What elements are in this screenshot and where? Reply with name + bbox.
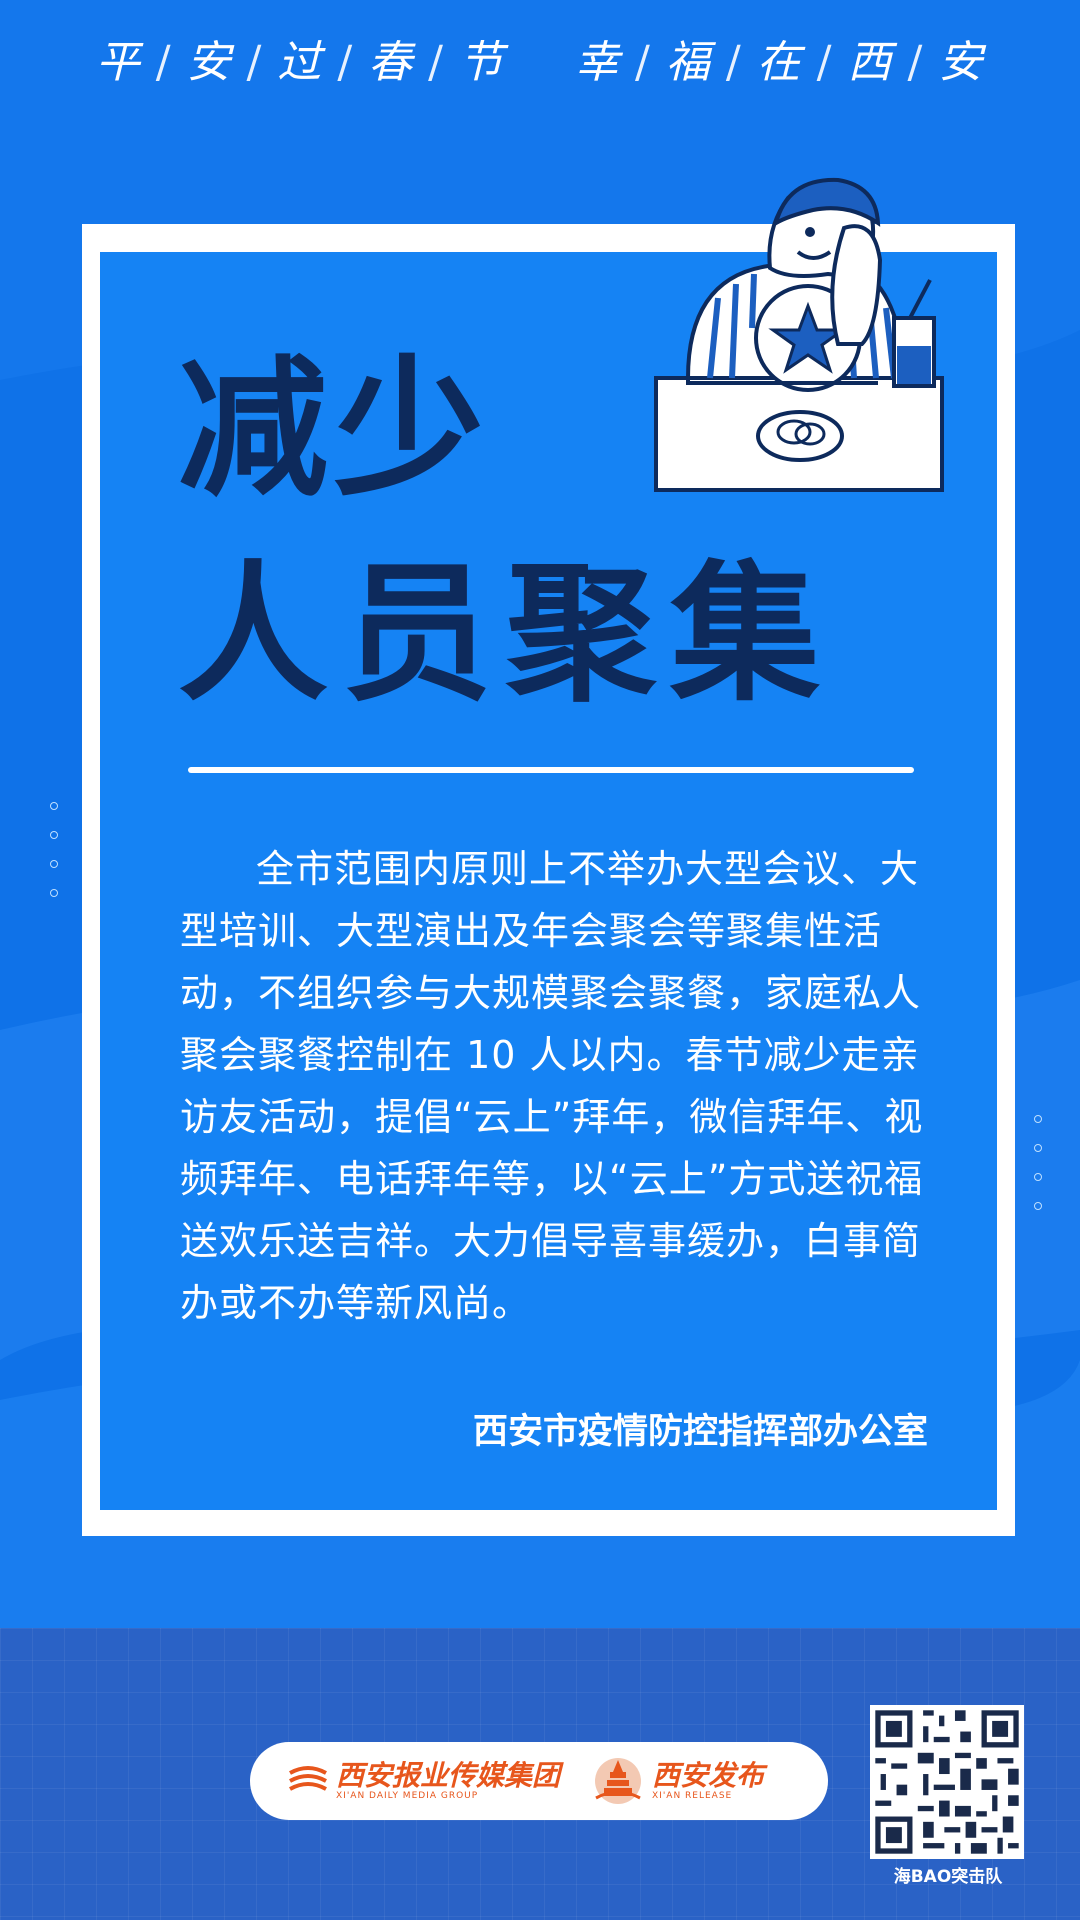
illustration-person-with-drink-icon <box>654 177 944 492</box>
logo1-title: 西安报业传媒集团 <box>336 1759 561 1792</box>
xian-daily-emblem-icon <box>289 1766 327 1791</box>
headline-line-2: 人员聚集 <box>178 548 835 722</box>
decorative-dots-left <box>50 802 60 918</box>
qr-code[interactable] <box>870 1705 1024 1859</box>
notice-body: 全市范围内原则上不举办大型会议、大型培训、大型演出及年会聚会等聚集性活动，不组织… <box>180 838 940 1334</box>
logo2-subtitle: XI'AN RELEASE <box>652 1791 733 1801</box>
decorative-dots-right <box>1034 1115 1044 1231</box>
issuer-name: 西安市疫情防控指挥部办公室 <box>472 1412 928 1452</box>
xian-daily-media-group-logo: 西安报业传媒集团 XI'AN DAILY MEDIA GROUP <box>286 1742 560 1820</box>
headline-line-1: 减少 <box>178 343 491 517</box>
logo-pill: 西安报业传媒集团 XI'AN DAILY MEDIA GROUP 西安发布 XI… <box>250 1742 828 1820</box>
xian-release-logo: 西安发布 XI'AN RELEASE <box>590 1742 764 1820</box>
top-slogan: 平 / 安 / 过 / 春 / 节幸 / 福 / 在 / 西 / 安 <box>95 37 985 88</box>
xian-release-tower-icon <box>595 1758 641 1804</box>
logo2-title: 西安发布 <box>652 1759 765 1792</box>
qr-caption: 海BAO突击队 <box>893 1867 1003 1887</box>
notice-paragraph: 全市范围内原则上不举办大型会议、大型培训、大型演出及年会聚会等聚集性活动，不组织… <box>180 847 924 1325</box>
logo1-subtitle: XI'AN DAILY MEDIA GROUP <box>336 1791 479 1801</box>
divider-line <box>188 767 914 773</box>
